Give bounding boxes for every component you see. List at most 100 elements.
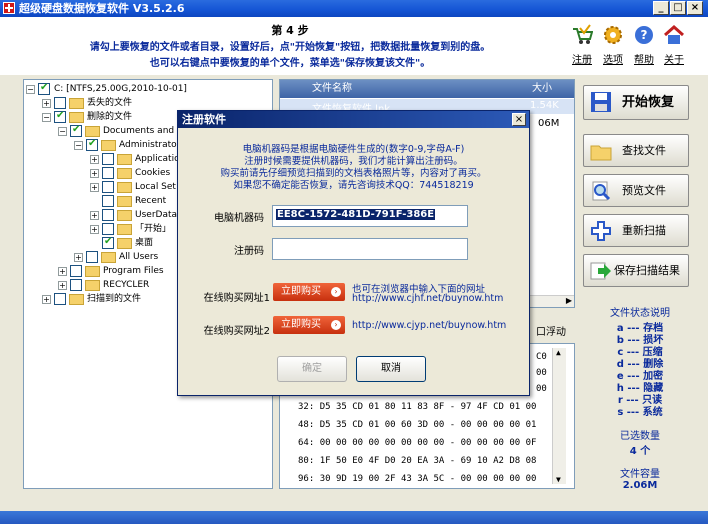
buy-url-1[interactable]: http://www.cjhf.net/buynow.htm (352, 293, 503, 304)
selected-count-value: 4 个 (629, 446, 651, 457)
tree-label: Local Set (135, 182, 176, 192)
file-list-header: 文件名称 大小 (280, 80, 574, 98)
tree-expander[interactable]: + (42, 295, 51, 304)
legend-item: a --- 存档 (616, 323, 664, 334)
cart-icon[interactable] (571, 24, 594, 46)
instruction-line-2: 也可以右键点中要恢复的单个文件，菜单选"保存恢复该文件"。 (149, 58, 431, 69)
action-label: 预览文件 (622, 184, 666, 197)
buy-url-2[interactable]: http://www.cjyp.net/buynow.htm (352, 320, 506, 331)
tree-expander[interactable]: + (90, 183, 99, 192)
start-recovery-button[interactable]: 开始恢复 (583, 85, 689, 120)
tree-checkbox[interactable] (102, 223, 114, 235)
tree-label: 「开始」 (135, 224, 172, 234)
tree-checkbox[interactable] (86, 251, 98, 263)
register-dialog: 注册软件 × 电脑机器码是根据电脑硬件生成的(数字0-9,字母A-F) 注册时候… (177, 110, 530, 396)
dialog-close-button[interactable]: × (512, 113, 526, 126)
status-legend: 文件状态说明 a --- 存档 b --- 损坏 c --- 压缩 d --- … (585, 304, 695, 491)
reg-code-label: 注册码 (234, 246, 264, 257)
legend-item: h --- 隐藏 (616, 383, 664, 394)
step-title: 第 4 步 (271, 24, 309, 37)
tree-checkbox[interactable] (102, 167, 114, 179)
hex-offset: 64: (298, 438, 315, 448)
tree-expander[interactable]: + (74, 253, 83, 262)
cancel-button[interactable]: 取消 (356, 356, 426, 382)
tree-expander[interactable]: + (90, 211, 99, 220)
ok-button[interactable]: 确定 (277, 356, 347, 382)
column-name[interactable]: 文件名称 (312, 80, 352, 98)
find-file-button[interactable]: 查找文件 (583, 134, 689, 167)
preview-file-button[interactable]: 预览文件 (583, 174, 689, 207)
tree-checkbox[interactable] (54, 293, 66, 305)
tree-expander[interactable]: + (58, 267, 67, 276)
tree-checkbox[interactable] (102, 209, 114, 221)
reg-code-field[interactable] (272, 238, 468, 260)
tree-checkbox[interactable] (86, 137, 98, 151)
tree-expander[interactable]: − (26, 85, 35, 94)
hex-offset: 80: (298, 456, 315, 466)
tree-checkbox[interactable] (102, 181, 114, 193)
gear-icon[interactable] (602, 24, 624, 46)
hex-offset: 48: (298, 420, 315, 430)
maximize-button[interactable]: □ (670, 1, 686, 15)
tree-checkbox[interactable] (70, 123, 82, 137)
folder-icon (101, 140, 116, 151)
folder-icon (101, 252, 116, 263)
plus-icon (590, 220, 612, 242)
folder-icon (117, 224, 132, 235)
tree-checkbox[interactable] (70, 265, 82, 277)
hex-side: 00 (536, 368, 547, 378)
options-link[interactable]: 选项 (598, 51, 628, 66)
folder-icon (69, 112, 84, 123)
file-size-value: 2.06M (622, 480, 658, 491)
tree-expander[interactable]: − (58, 127, 67, 136)
register-link[interactable]: 注册 (567, 51, 597, 66)
help-link[interactable]: 帮助 (629, 51, 659, 66)
tree-label: UserData (135, 210, 178, 220)
buy-url-2-label: 在线购买网址2 (203, 326, 270, 337)
help-icon[interactable]: ? (633, 24, 655, 46)
app-icon (3, 2, 15, 14)
tree-expander[interactable]: − (74, 141, 83, 150)
float-checkbox-label[interactable]: 口浮动 (536, 323, 566, 338)
tree-checkbox[interactable] (102, 195, 114, 207)
tree-checkbox[interactable] (54, 97, 66, 109)
tree-checkbox[interactable] (38, 81, 50, 95)
tree-label: All Users (119, 252, 159, 262)
machine-code-label: 电脑机器码 (214, 213, 264, 224)
home-icon[interactable] (663, 24, 685, 46)
tree-label: 桌面 (135, 238, 154, 248)
action-label: 开始恢复 (622, 95, 675, 110)
tree-checkbox[interactable] (102, 235, 114, 249)
folder-icon (69, 98, 84, 109)
tree-checkbox[interactable] (70, 279, 82, 291)
svg-text:?: ? (641, 28, 648, 42)
about-link[interactable]: 关于 (659, 51, 689, 66)
tree-expander[interactable]: + (42, 99, 51, 108)
hex-bytes: D5 35 CD 01 80 11 83 8F - 97 4F CD 01 00 (319, 402, 537, 412)
hex-side: C0 (536, 352, 547, 362)
vertical-scrollbar[interactable]: ▲ ▼ (552, 348, 566, 484)
buy-now-button-1[interactable]: 立即购买 › (273, 283, 345, 301)
scroll-down-icon[interactable]: ▼ (556, 475, 561, 484)
minimize-button[interactable]: _ (653, 1, 669, 15)
taskbar (0, 511, 708, 524)
tree-checkbox[interactable] (54, 109, 66, 123)
machine-code-field[interactable]: EE8C-1572-481D-791F-386E (272, 205, 468, 227)
buy-now-button-2[interactable]: 立即购买 › (273, 316, 345, 334)
tree-expander[interactable]: + (58, 281, 67, 290)
folder-icon (85, 280, 100, 291)
scroll-up-icon[interactable]: ▲ (556, 348, 561, 357)
folder-icon (117, 168, 132, 179)
machine-code-value: EE8C-1572-481D-791F-386E (276, 209, 436, 220)
close-button[interactable]: × (687, 1, 703, 15)
tree-label: Documents and S (103, 126, 183, 136)
column-size[interactable]: 大小 (532, 80, 552, 98)
tree-checkbox[interactable] (102, 153, 114, 165)
tree-expander[interactable]: + (90, 225, 99, 234)
rescan-button[interactable]: 重新扫描 (583, 214, 689, 247)
scroll-right-icon[interactable]: ▶ (566, 296, 572, 305)
tree-expander[interactable]: + (90, 155, 99, 164)
save-scan-result-button[interactable]: 保存扫描结果 (583, 254, 689, 287)
tree-expander[interactable]: + (90, 169, 99, 178)
tree-expander[interactable]: − (42, 113, 51, 122)
